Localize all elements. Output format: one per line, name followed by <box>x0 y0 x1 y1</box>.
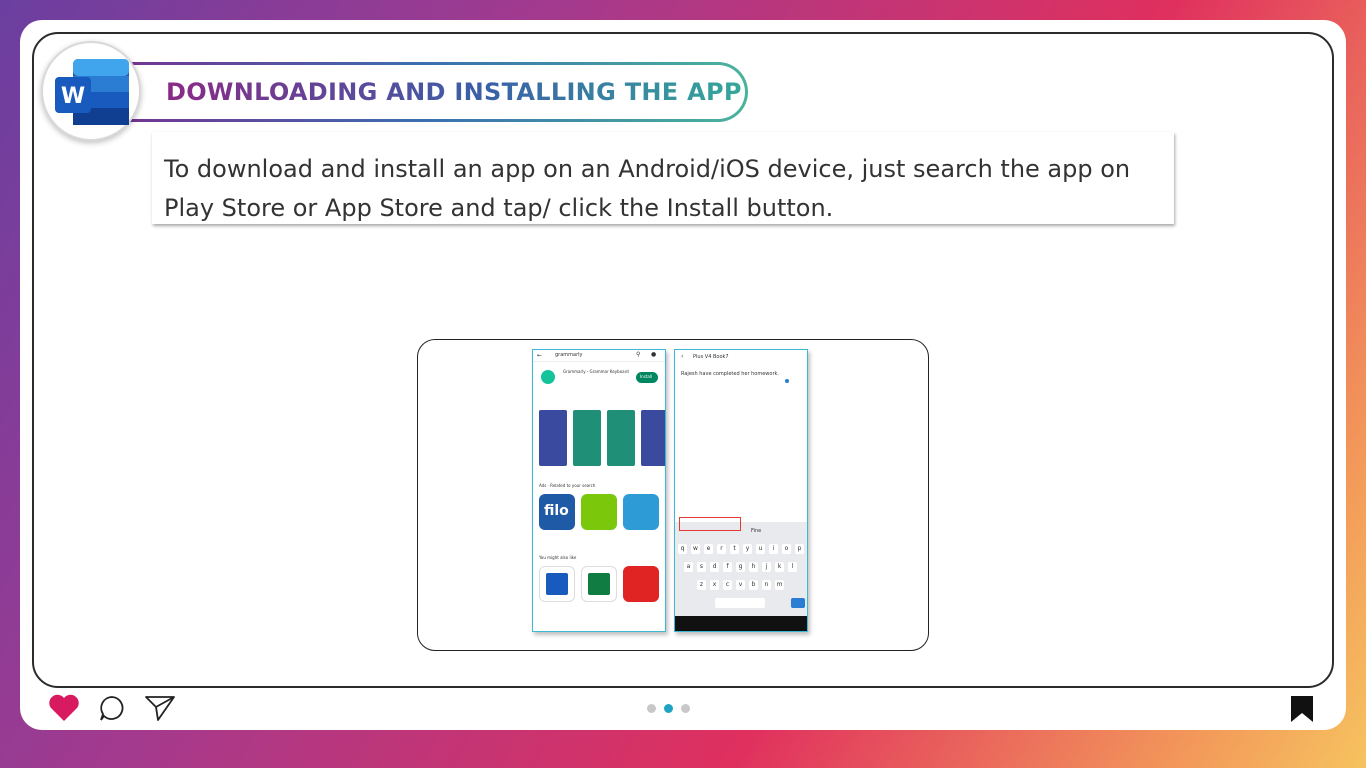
preview-image <box>641 410 665 466</box>
wps-app-icon[interactable] <box>623 566 659 602</box>
space-key[interactable] <box>715 598 765 608</box>
page-dot[interactable] <box>647 704 656 713</box>
comment-icon[interactable] <box>98 694 126 722</box>
word-logo: W <box>41 41 141 141</box>
doc-text: Rajesh have completed her homework. <box>681 371 779 377</box>
page-dot[interactable] <box>681 704 690 713</box>
title-banner: DOWNLOADING AND INSTALLING THE APP <box>100 62 748 122</box>
duolingo-app-icon[interactable] <box>581 494 617 530</box>
word-app-icon[interactable] <box>539 566 575 602</box>
aiks-app-icon[interactable] <box>623 494 659 530</box>
play-store-screen: ← grammarly ⚲ ● Grammarly - Grammar Keyb… <box>532 349 666 632</box>
bookmark-icon[interactable] <box>1288 694 1316 724</box>
grammarly-icon <box>541 370 555 384</box>
nav-bar <box>675 616 807 631</box>
preview-image <box>607 410 635 466</box>
description-box: To download and install an app on an And… <box>152 132 1174 224</box>
word-icon: W <box>55 59 129 125</box>
search-text: grammarly <box>555 352 583 358</box>
send-icon[interactable] <box>144 694 176 722</box>
enter-key[interactable] <box>791 598 805 608</box>
page-title: DOWNLOADING AND INSTALLING THE APP <box>166 78 742 106</box>
svg-text:W: W <box>61 84 85 109</box>
excel-app-icon[interactable] <box>581 566 617 602</box>
suggestion-word[interactable]: Fine <box>751 528 761 534</box>
doc-title: Plus V4 Book7 <box>693 354 729 360</box>
page-indicator <box>647 704 690 713</box>
mic-icon: ● <box>651 351 657 358</box>
also-like-heading: You might also like <box>539 555 577 560</box>
install-button[interactable]: Install <box>636 372 658 383</box>
related-heading: Ads · Related to your search <box>539 483 596 488</box>
page-dot-active[interactable] <box>664 704 673 713</box>
back-icon: ← <box>537 352 543 359</box>
app-screenshot: ← grammarly ⚲ ● Grammarly - Grammar Keyb… <box>417 339 929 651</box>
cursor-handle[interactable] <box>785 379 789 383</box>
back-icon: ‹ <box>681 353 684 360</box>
description-text: To download and install an app on an And… <box>164 155 1131 222</box>
search-icon: ⚲ <box>636 351 641 358</box>
preview-image <box>539 410 567 466</box>
heart-icon[interactable] <box>48 694 80 722</box>
word-editor-screen: ‹ Plus V4 Book7 Rajesh have completed he… <box>674 349 808 632</box>
app-name: Grammarly - Grammar Keyboard <box>563 369 629 374</box>
filo-app-icon[interactable]: filo <box>539 494 575 530</box>
slide-card: W DOWNLOADING AND INSTALLING THE APP To … <box>20 20 1346 730</box>
grammarly-suggestion-box[interactable] <box>679 517 741 531</box>
preview-image <box>573 410 601 466</box>
